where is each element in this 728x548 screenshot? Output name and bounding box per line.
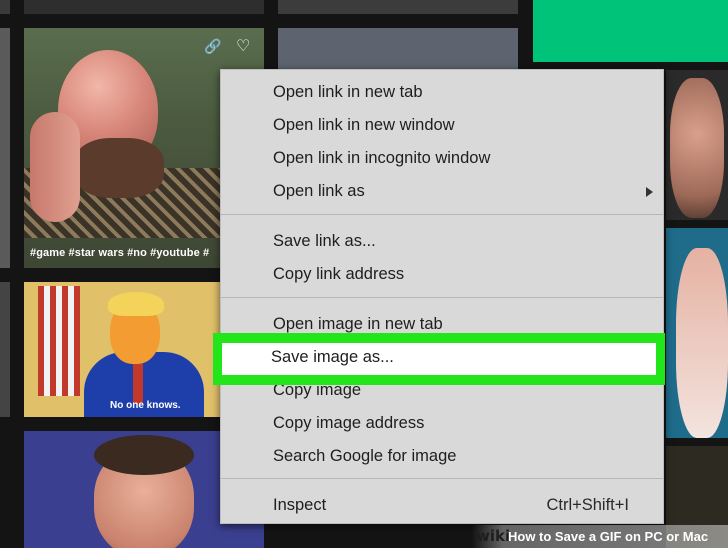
- menu-item-label: Open link in new tab: [273, 83, 423, 101]
- menu-item-shortcut: Ctrl+Shift+I: [546, 496, 629, 514]
- menu-item-label: Save image as...: [271, 348, 394, 366]
- submenu-arrow-icon: [646, 187, 653, 197]
- menu-item-label: Open link in incognito window: [273, 149, 491, 167]
- menu-item-label: Search Google for image: [273, 447, 457, 465]
- menu-item-label: Open link in new window: [273, 116, 455, 134]
- gif-hashtags: #game #star wars #no #youtube #: [30, 247, 210, 259]
- gif-tile-left-edge[interactable]: [0, 282, 10, 417]
- menu-item-label: Inspect: [273, 496, 327, 514]
- watermark-banner: wiki How to Save a GIF on PC or Mac: [472, 525, 728, 548]
- menu-item-copy-link-address[interactable]: Copy link address: [221, 258, 663, 291]
- menu-item-open-link-new-tab[interactable]: Open link in new tab: [221, 76, 663, 109]
- menu-item-open-link-as[interactable]: Open link as: [221, 175, 663, 208]
- menu-item-open-link-incognito[interactable]: Open link in incognito window: [221, 142, 663, 175]
- menu-item-label: Copy image address: [273, 414, 425, 432]
- gif-tile-partial[interactable]: [24, 0, 264, 14]
- gif-image-face: [670, 78, 724, 218]
- watermark-title: How to Save a GIF on PC or Mac: [508, 529, 709, 544]
- menu-item-open-link-new-window[interactable]: Open link in new window: [221, 109, 663, 142]
- gif-image-arm: [30, 112, 80, 222]
- gif-tile-partial[interactable]: [278, 28, 518, 74]
- context-menu: Open link in new tab Open link in new wi…: [220, 69, 664, 524]
- gif-tile-right[interactable]: [666, 228, 728, 438]
- gif-image-beard: [74, 138, 164, 198]
- menu-item-save-image-as[interactable]: Save image as...: [222, 343, 656, 375]
- gif-tile-green[interactable]: [533, 0, 728, 62]
- wiki-logo: wiki: [476, 527, 511, 545]
- link-icon[interactable]: 🔗: [204, 38, 221, 55]
- gif-tile-right[interactable]: [666, 70, 728, 220]
- heart-icon[interactable]: ♡: [236, 36, 250, 56]
- gif-image-hair: [94, 435, 194, 475]
- gif-image-hair: [108, 292, 164, 316]
- menu-separator: [221, 478, 663, 479]
- menu-item-label: Open image in new tab: [273, 315, 443, 333]
- gif-image-flag: [38, 286, 80, 396]
- gif-caption: No one knows.: [110, 400, 181, 411]
- gif-tile-partial[interactable]: [278, 0, 518, 14]
- menu-item-search-google-image[interactable]: Search Google for image: [221, 440, 663, 473]
- menu-separator: [221, 297, 663, 298]
- menu-separator: [221, 214, 663, 215]
- menu-item-inspect[interactable]: Inspect Ctrl+Shift+I: [221, 489, 663, 522]
- gif-image-tie: [133, 364, 143, 404]
- menu-item-label: Copy link address: [273, 265, 405, 283]
- gif-image-person: [676, 248, 728, 438]
- highlight-frame: Save image as...: [213, 333, 665, 385]
- menu-item-label: Save link as...: [273, 232, 376, 250]
- gif-tile-partial[interactable]: [0, 0, 10, 14]
- menu-item-copy-image-address[interactable]: Copy image address: [221, 407, 663, 440]
- menu-item-save-link-as[interactable]: Save link as...: [221, 225, 663, 258]
- gif-tile-left-edge[interactable]: [0, 28, 10, 268]
- menu-item-label: Open link as: [273, 182, 365, 200]
